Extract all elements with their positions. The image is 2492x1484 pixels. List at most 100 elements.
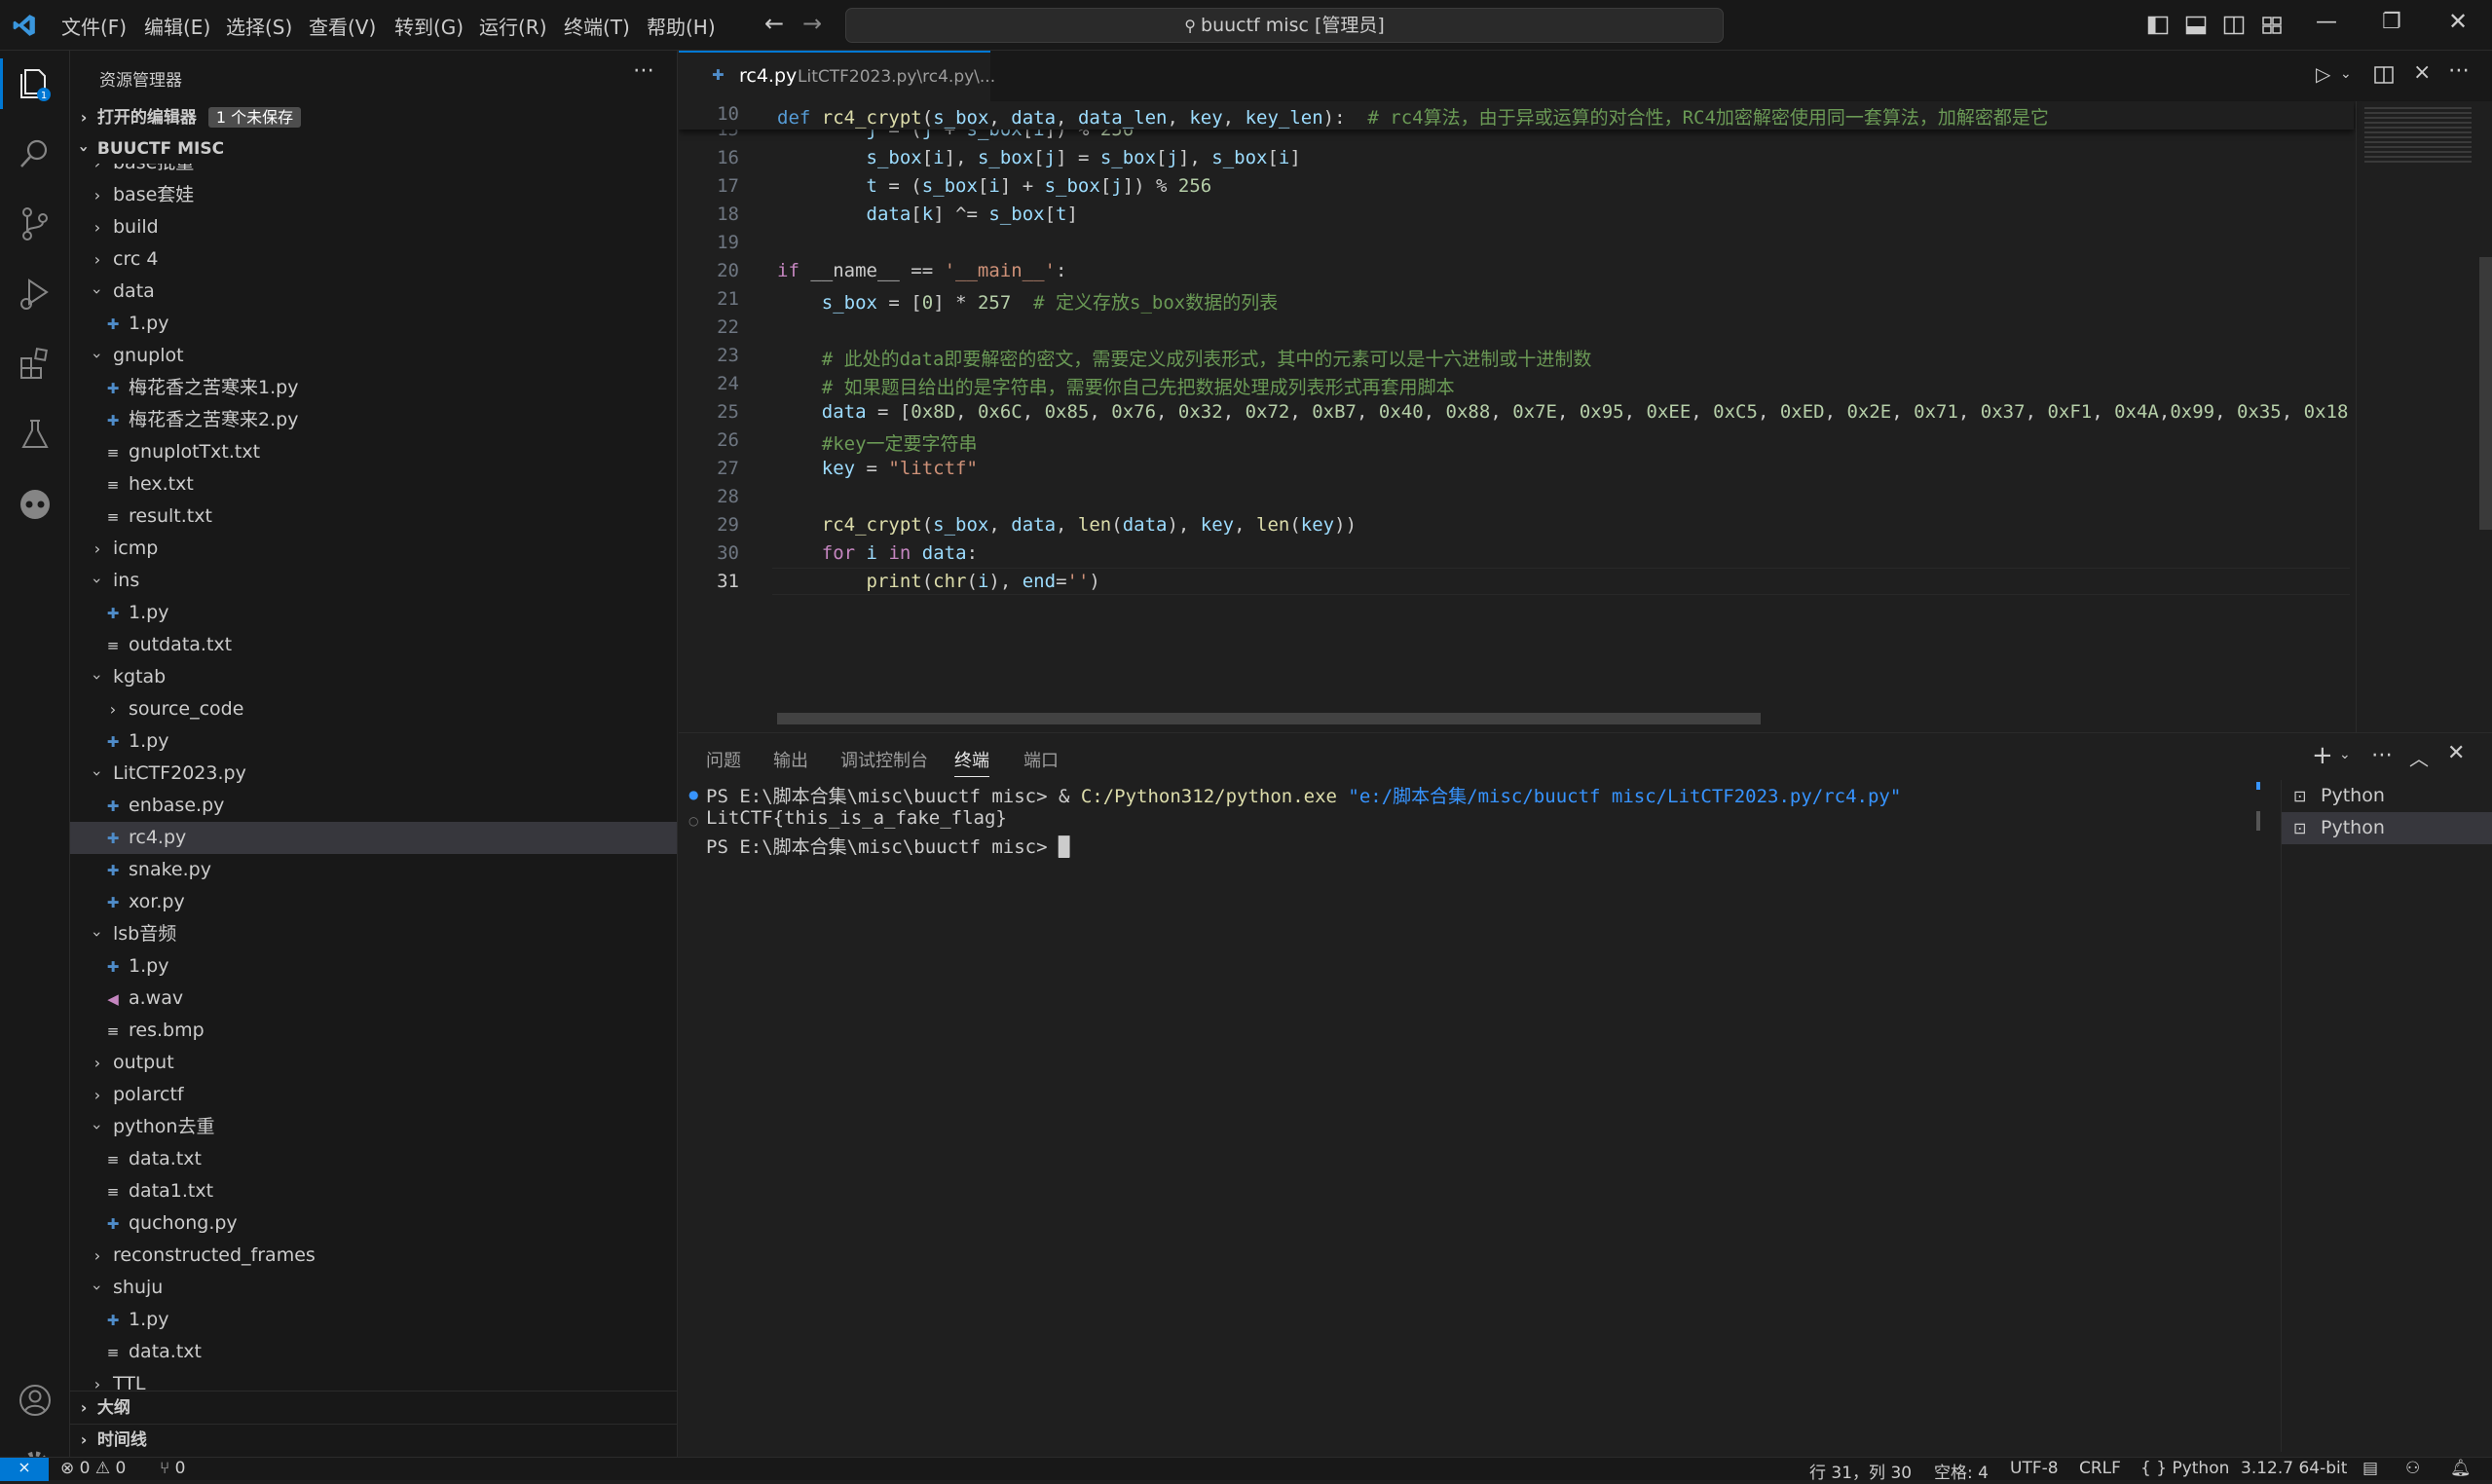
chevron-down-icon[interactable]: ⌄: [2339, 747, 2351, 762]
testing-flask-icon[interactable]: [16, 415, 55, 454]
toggle-secondary-sidebar-icon[interactable]: [2223, 15, 2245, 36]
toggle-panel-icon[interactable]: [2185, 15, 2207, 36]
tree-file[interactable]: ✚ 1.py: [70, 308, 677, 340]
close-editor-icon[interactable]: ×: [2413, 60, 2431, 85]
minimap[interactable]: [2356, 101, 2492, 732]
menu-selection[interactable]: 选择(S): [226, 12, 292, 40]
close-panel-icon[interactable]: ✕: [2447, 741, 2465, 765]
menu-view[interactable]: 查看(V): [309, 12, 376, 40]
explorer-icon[interactable]: 1: [16, 64, 55, 103]
tree-file[interactable]: ✚ xor.py: [70, 886, 677, 918]
cursor-position[interactable]: 行 31，列 30: [1809, 1459, 1912, 1483]
accounts-icon[interactable]: [16, 1381, 55, 1420]
tree-file[interactable]: ≡ data.txt: [70, 1336, 677, 1368]
tree-file[interactable]: ✚ quchong.py: [70, 1207, 677, 1240]
menu-goto[interactable]: 转到(G): [394, 12, 464, 40]
notifications-bell-icon[interactable]: 🔔︎: [2450, 1459, 2472, 1478]
menu-help[interactable]: 帮助(H): [647, 12, 716, 40]
tree-file[interactable]: ✚ 梅花香之苦寒来1.py: [70, 372, 677, 404]
minimize-icon[interactable]: —: [2316, 10, 2337, 34]
tree-file[interactable]: ✚ snake.py: [70, 854, 677, 886]
run-python-icon[interactable]: ▷: [2316, 62, 2330, 86]
tree-folder[interactable]: › output: [70, 1047, 677, 1079]
github-copilot-icon[interactable]: [16, 485, 55, 524]
tree-file[interactable]: ≡ data.txt: [70, 1143, 677, 1175]
panel-more-actions-icon[interactable]: ⋯: [2371, 743, 2393, 767]
search-icon[interactable]: [16, 134, 55, 173]
tree-folder[interactable]: › gnuplot: [70, 340, 677, 372]
python-interpreter[interactable]: 3.12.7 64-bit: [2241, 1459, 2347, 1478]
more-actions-icon[interactable]: ⋯: [633, 58, 654, 83]
tab-terminal[interactable]: 终端: [954, 747, 989, 777]
language-mode[interactable]: { } Python: [2140, 1459, 2229, 1478]
tree-folder[interactable]: › kgtab: [70, 661, 677, 693]
close-window-icon[interactable]: ✕: [2448, 8, 2468, 35]
back-arrow-icon[interactable]: ←: [764, 10, 784, 37]
tab-output[interactable]: 输出: [773, 747, 808, 772]
tree-folder[interactable]: › shuju: [70, 1272, 677, 1304]
horizontal-scrollbar[interactable]: [777, 713, 1761, 724]
tree-folder[interactable]: › build: [70, 211, 677, 243]
ports-status[interactable]: ⑂ 0: [160, 1459, 185, 1478]
tree-file[interactable]: ✚ 梅花香之苦寒来2.py: [70, 404, 677, 436]
extensions-icon[interactable]: [16, 345, 55, 384]
tree-file[interactable]: ◀ a.wav: [70, 983, 677, 1015]
timeline-section[interactable]: › 时间线: [70, 1424, 677, 1457]
problems-status[interactable]: ⊗ 0 ⚠ 0: [60, 1459, 126, 1478]
tree-folder[interactable]: › lsb音频: [70, 918, 677, 950]
source-control-icon[interactable]: [16, 204, 55, 243]
editor-more-actions-icon[interactable]: ⋯: [2448, 58, 2470, 83]
tree-file[interactable]: ✚ 1.py: [70, 950, 677, 983]
tree-file[interactable]: ≡ gnuplotTxt.txt: [70, 436, 677, 468]
vertical-scrollbar[interactable]: [2479, 257, 2492, 530]
tree-file[interactable]: ≡ outdata.txt: [70, 629, 677, 661]
tree-file[interactable]: ✚ 1.py: [70, 597, 677, 629]
tree-file[interactable]: ≡ hex.txt: [70, 468, 677, 501]
remote-indicator-icon[interactable]: ⨯: [0, 1458, 49, 1481]
tree-folder[interactable]: › crc 4: [70, 243, 677, 276]
indentation-status[interactable]: 空格: 4: [1934, 1459, 1989, 1483]
code-editor[interactable]: 15 j = (j + s_box[i]) % 256 16 s_box[i], …: [679, 101, 2492, 732]
open-editors-header[interactable]: › 打开的编辑器 1 个未保存: [70, 103, 677, 132]
tree-folder[interactable]: › ins: [70, 565, 677, 597]
sticky-scroll[interactable]: 10 def rc4_crypt(s_box, data, data_len, …: [679, 101, 2354, 130]
terminal-scrollbar[interactable]: [2256, 811, 2260, 831]
tab-ports[interactable]: 端口: [1023, 747, 1059, 772]
tab-debug-console[interactable]: 调试控制台: [840, 747, 928, 772]
tree-folder[interactable]: › LitCTF2023.py: [70, 758, 677, 790]
menu-edit[interactable]: 编辑(E): [144, 12, 210, 40]
tree-file[interactable]: ✚ enbase.py: [70, 790, 677, 822]
tree-folder[interactable]: › python去重: [70, 1111, 677, 1143]
tree-file[interactable]: ≡ data1.txt: [70, 1175, 677, 1207]
tree-folder[interactable]: › icmp: [70, 533, 677, 565]
encoding-status[interactable]: UTF-8: [2010, 1459, 2059, 1478]
run-debug-icon[interactable]: [16, 275, 55, 314]
customize-layout-icon[interactable]: [2261, 15, 2283, 36]
restore-icon[interactable]: ❐: [2382, 10, 2401, 34]
tree-folder[interactable]: › base批量: [70, 164, 677, 179]
split-editor-icon[interactable]: [2373, 64, 2395, 86]
tree-folder[interactable]: › base套娃: [70, 179, 677, 211]
tab-rc4-py[interactable]: ✚ rc4.py LitCTF2023.py\rc4.py\...: [679, 51, 995, 101]
toggle-primary-sidebar-icon[interactable]: [2147, 15, 2169, 36]
tree-file[interactable]: ✚ 1.py: [70, 725, 677, 758]
tree-file[interactable]: ≡ result.txt: [70, 501, 677, 533]
eol-status[interactable]: CRLF: [2079, 1459, 2121, 1478]
tab-problems[interactable]: 问题: [706, 747, 741, 772]
tree-file[interactable]: ✚ rc4.py: [70, 822, 677, 854]
chevron-down-icon[interactable]: ⌄: [2340, 66, 2352, 82]
python-env-icon[interactable]: ▤: [2362, 1459, 2378, 1478]
tree-file[interactable]: ≡ res.bmp: [70, 1015, 677, 1047]
tree-folder[interactable]: › reconstructed_frames: [70, 1240, 677, 1272]
terminal-item-python-1[interactable]: ⊡ Python: [2282, 780, 2492, 812]
outline-section[interactable]: › 大纲: [70, 1392, 677, 1424]
new-terminal-icon[interactable]: +: [2312, 741, 2333, 770]
maximize-panel-icon[interactable]: ︿: [2409, 743, 2429, 771]
tree-folder[interactable]: › polarctf: [70, 1079, 677, 1111]
copilot-status-icon[interactable]: ⚇: [2405, 1459, 2420, 1478]
menu-file[interactable]: 文件(F): [61, 12, 127, 40]
terminal-item-python-2[interactable]: ⊡ Python: [2282, 812, 2492, 844]
menu-terminal[interactable]: 终端(T): [564, 12, 630, 40]
workspace-root-header[interactable]: › BUUCTF MISC: [70, 134, 677, 164]
menu-run[interactable]: 运行(R): [479, 12, 547, 40]
